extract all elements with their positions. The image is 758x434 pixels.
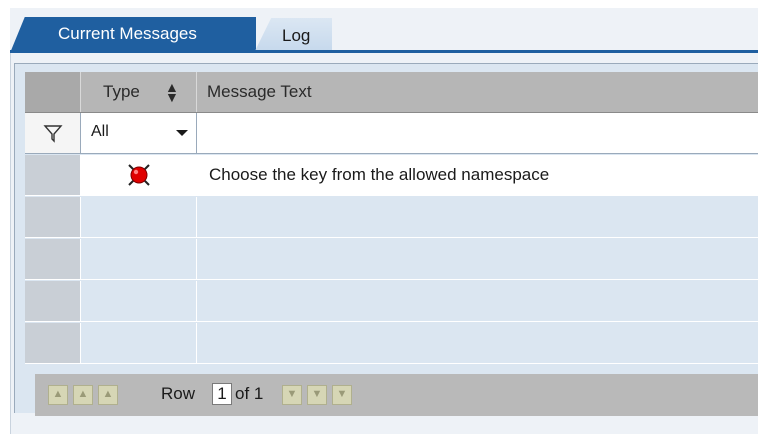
message-cell [197, 281, 758, 321]
messages-panel: Type ▲ ▼ Message Text All Choose the key… [14, 63, 758, 416]
tab-current-messages[interactable]: Current Messages [10, 17, 256, 53]
filter-row: All [25, 113, 758, 154]
row-total-label: of 1 [235, 384, 264, 403]
row-selector[interactable] [25, 281, 81, 321]
message-cell [197, 239, 758, 279]
message-cell: Choose the key from the allowed namespac… [197, 155, 758, 195]
prev-row-button[interactable]: ▲ [98, 385, 118, 405]
row-selector[interactable] [25, 155, 81, 195]
type-cell [81, 155, 197, 195]
type-cell [81, 323, 197, 363]
type-filter-value: All [91, 123, 109, 140]
row-label: Row [161, 384, 196, 403]
table-header: Type ▲ ▼ Message Text [25, 72, 758, 113]
message-cell [197, 197, 758, 237]
message-cell [197, 323, 758, 363]
tab-log[interactable]: Log [254, 18, 332, 53]
error-red-icon [128, 164, 150, 186]
sort-icon[interactable]: ▲ ▼ [165, 80, 179, 104]
type-cell [81, 281, 197, 321]
row-number-input[interactable]: 1 [212, 383, 232, 405]
filter-icon[interactable] [43, 123, 63, 143]
next-row-button[interactable]: ▼ [282, 385, 302, 405]
message-text: Choose the key from the allowed namespac… [209, 165, 550, 184]
table-row[interactable] [25, 323, 758, 364]
table-row[interactable] [25, 197, 758, 238]
filter-icon-cell[interactable] [25, 113, 81, 153]
message-filter-input[interactable] [197, 113, 758, 153]
tab-strip: Current Messages Log [10, 8, 758, 53]
table-row[interactable]: Choose the key from the allowed namespac… [25, 155, 758, 196]
table-pager: ▲ ▲ ▲ Row 1 of 1 ▼ ▼ ▼ [35, 374, 758, 416]
first-page-button[interactable]: ▲ [48, 385, 68, 405]
column-header-message-text[interactable]: Message Text [197, 72, 758, 112]
table-row[interactable] [25, 239, 758, 280]
tab-current-messages-label: Current Messages [58, 24, 197, 43]
column-message-label: Message Text [207, 82, 312, 101]
column-header-type[interactable]: Type ▲ ▼ [81, 72, 197, 112]
table-row[interactable] [25, 281, 758, 322]
row-selector[interactable] [25, 239, 81, 279]
type-cell [81, 197, 197, 237]
chevron-down-icon[interactable] [176, 130, 188, 136]
row-selector[interactable] [25, 197, 81, 237]
tab-log-label: Log [282, 26, 311, 45]
last-page-button[interactable]: ▼ [332, 385, 352, 405]
type-cell [81, 239, 197, 279]
prev-page-button[interactable]: ▲ [73, 385, 93, 405]
type-filter-dropdown[interactable]: All [81, 113, 197, 153]
row-selector[interactable] [25, 323, 81, 363]
column-type-label: Type [103, 82, 140, 101]
row-selector-header[interactable] [25, 72, 81, 112]
tab-underline [10, 50, 758, 53]
next-page-button[interactable]: ▼ [307, 385, 327, 405]
